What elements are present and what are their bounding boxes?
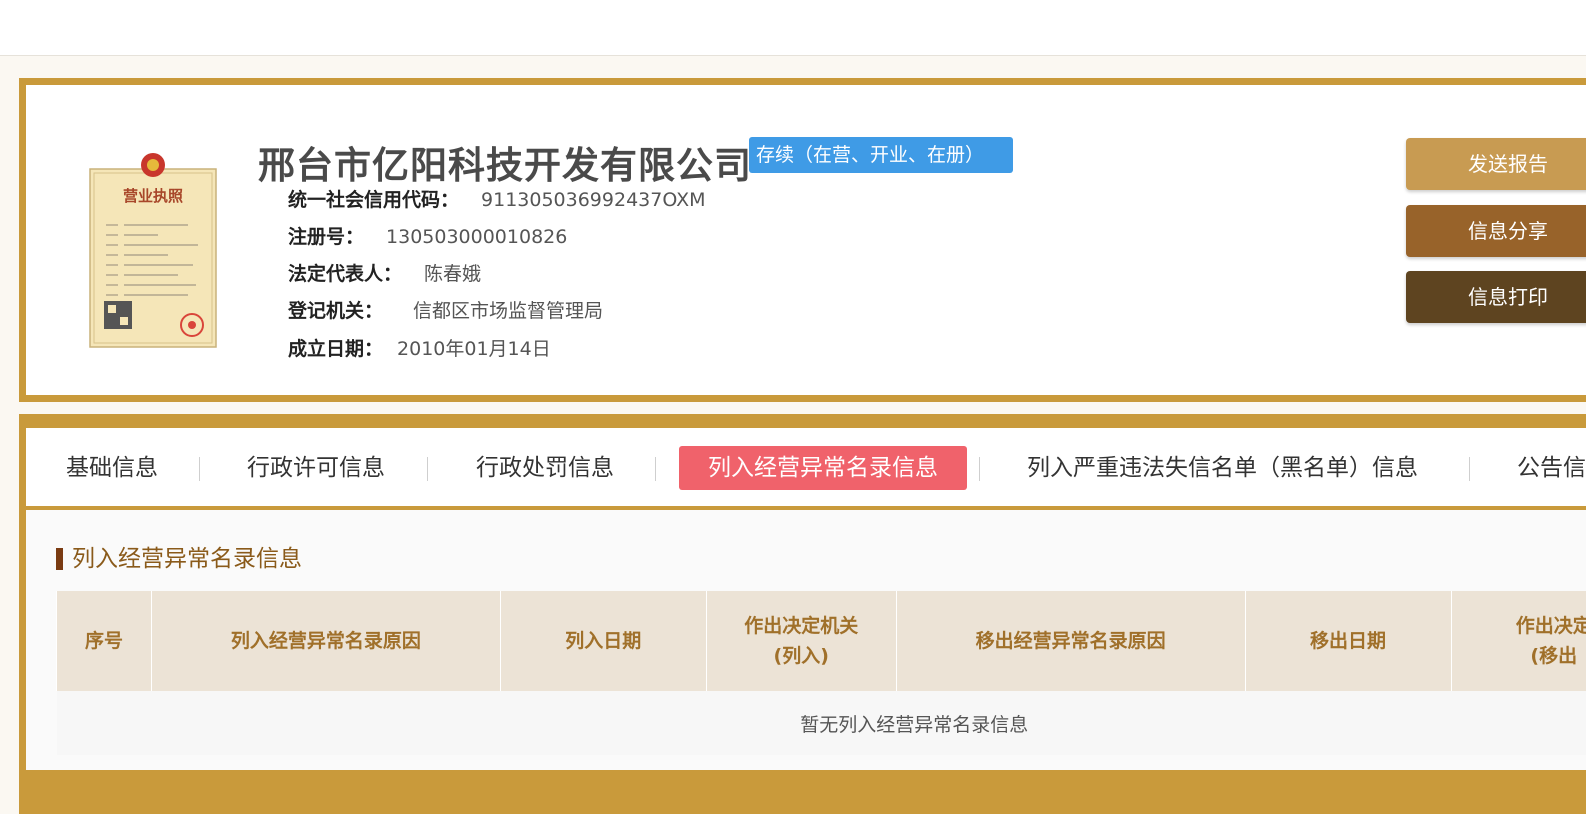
authority-value: 信都区市场监督管理局 [413, 300, 603, 322]
column-header: 序号 [57, 591, 152, 691]
info-label: 登记机关： [288, 300, 383, 322]
company-name: 邢台市亿阳科技开发有限公司 [258, 135, 752, 189]
tab-basic-info[interactable]: 基础信息 [66, 446, 158, 490]
info-row-legal-rep: 法定代表人： 陈春娥 [288, 261, 481, 287]
founded-value: 2010年01月14日 [397, 338, 551, 360]
column-header: 作出决定(移出 [1451, 591, 1586, 691]
tab-separator [199, 457, 200, 481]
company-card: 营业执照 邢台市亿阳科技开发有限公司 存续（在营、开业、在册） 统一社会信用代码… [19, 78, 1586, 402]
business-license-image: 营业执照 [88, 151, 218, 349]
section-title: 列入经营异常名录信息 [56, 544, 302, 574]
empty-message-text: 暂无列入经营异常名录信息 [800, 714, 1028, 736]
tab-separator [1469, 457, 1470, 481]
credit-code-value: 911305036992437OXM [481, 189, 705, 211]
reg-number-value: 130503000010826 [386, 226, 567, 248]
info-label: 注册号： [288, 226, 364, 248]
status-badge: 存续（在营、开业、在册） [749, 137, 1013, 173]
section-title-text: 列入经营异常名录信息 [72, 546, 302, 572]
info-label: 统一社会信用代码： [288, 189, 459, 211]
info-row-founded: 成立日期： 2010年01月14日 [288, 336, 551, 362]
table-row: 暂无列入经营异常名录信息 [57, 691, 1586, 755]
svg-text:营业执照: 营业执照 [123, 187, 183, 205]
share-info-button[interactable]: 信息分享 [1406, 205, 1586, 257]
tab-blacklist[interactable]: 列入严重违法失信名单（黑名单）信息 [1027, 446, 1418, 490]
column-header: 列入日期 [500, 591, 706, 691]
info-label: 成立日期： [288, 338, 383, 360]
tab-separator [655, 457, 656, 481]
column-header: 移出经营异常名录原因 [896, 591, 1245, 691]
column-header: 移出日期 [1245, 591, 1451, 691]
info-row-credit-code: 统一社会信用代码： 911305036992437OXM [288, 187, 706, 213]
tab-abnormal-operation[interactable]: 列入经营异常名录信息 [679, 446, 967, 490]
tab-announcement[interactable]: 公告信 [1517, 446, 1586, 490]
info-row-authority: 登记机关： 信都区市场监督管理局 [288, 298, 603, 324]
section-title-marker [56, 548, 63, 570]
abnormal-list-table: 序号 列入经营异常名录原因 列入日期 作出决定机关(列入) 移出经营异常名录原因… [56, 591, 1586, 755]
column-header: 列入经营异常名录原因 [151, 591, 500, 691]
legal-rep-value: 陈春娥 [424, 263, 481, 285]
info-row-reg-number: 注册号： 130503000010826 [288, 224, 567, 250]
print-info-button[interactable]: 信息打印 [1406, 271, 1586, 323]
empty-message: 暂无列入经营异常名录信息 [57, 691, 897, 755]
tab-separator [979, 457, 980, 481]
tab-admin-license[interactable]: 行政许可信息 [247, 446, 385, 490]
top-bar [0, 0, 1586, 56]
send-report-button[interactable]: 发送报告 [1406, 138, 1586, 190]
tab-separator [427, 457, 428, 481]
tab-admin-penalty[interactable]: 行政处罚信息 [476, 446, 614, 490]
info-label: 法定代表人： [288, 263, 402, 285]
table-header-row: 序号 列入经营异常名录原因 列入日期 作出决定机关(列入) 移出经营异常名录原因… [57, 591, 1586, 691]
column-header: 作出决定机关(列入) [706, 591, 896, 691]
